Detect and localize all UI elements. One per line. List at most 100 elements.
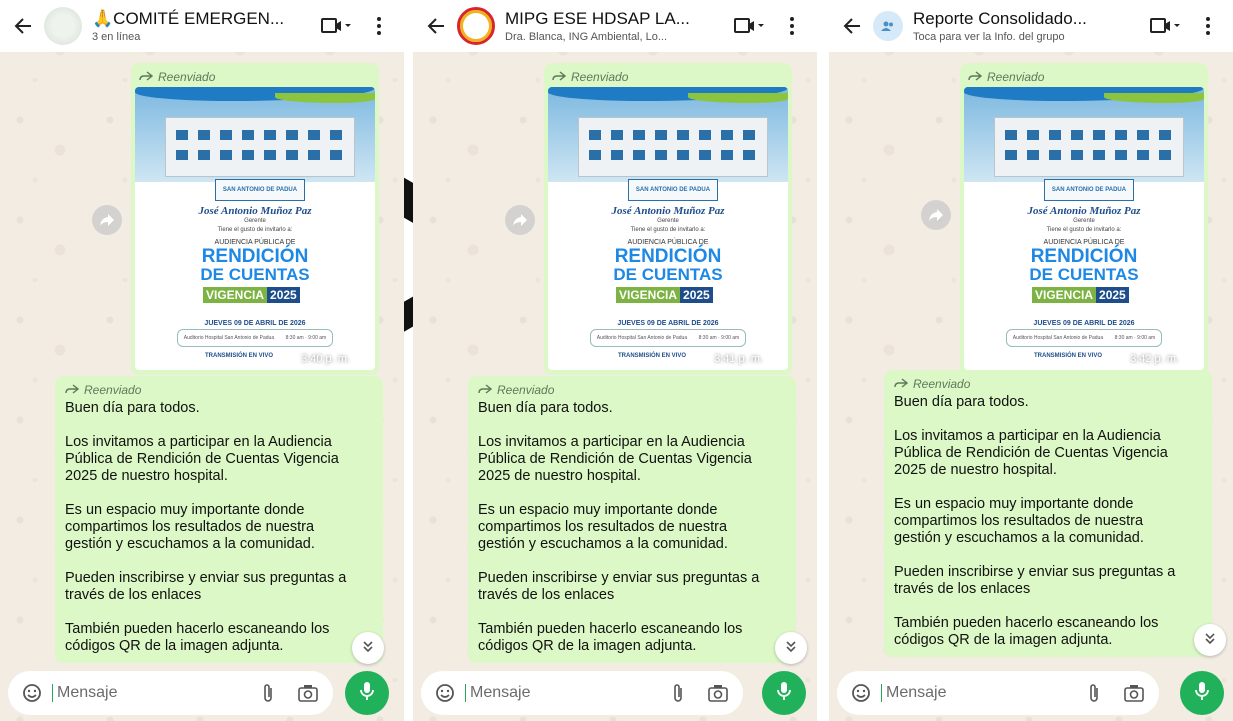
message-text-line: través de los enlaces xyxy=(894,581,1031,597)
video-call-icon[interactable] xyxy=(1145,13,1185,39)
message-input[interactable]: Mensaje xyxy=(465,684,651,702)
read-receipt-icon xyxy=(353,352,369,365)
scroll-to-bottom-button[interactable] xyxy=(352,632,384,664)
chat-subtitle: Dra. Blanca, ING Ambiental, Lo... xyxy=(505,31,668,43)
message-input-bar: Mensaje xyxy=(421,671,743,715)
message-text-line: Buen día para todos. xyxy=(478,400,613,416)
emoji-sticker-icon[interactable] xyxy=(20,681,44,705)
double-chevron-down-icon xyxy=(784,639,798,658)
message-input-bar: Mensaje xyxy=(837,671,1159,715)
attach-paperclip-icon[interactable] xyxy=(1081,680,1107,706)
back-arrow-icon[interactable] xyxy=(423,13,449,39)
double-chevron-down-icon xyxy=(1203,631,1217,650)
voice-record-button[interactable] xyxy=(345,671,389,715)
forwarded-label: Reenviado xyxy=(478,380,786,400)
voice-record-button[interactable] xyxy=(762,671,806,715)
forwarded-label: Reenviado xyxy=(894,374,1202,394)
forward-icon xyxy=(894,377,909,391)
chat-header[interactable]: 🙏COMITÉ EMERGEN... 3 en línea xyxy=(0,0,404,52)
poster-times: 8:30 am · 9:00 am xyxy=(285,335,327,341)
poster-invite-text: Tiene el gusto de invitarlo a: xyxy=(1046,227,1122,233)
text-message-bubble[interactable]: Reenviado Buen día para todos. Los invita… xyxy=(55,376,383,663)
poster-host-name: José Antonio Muñoz Paz xyxy=(611,205,725,217)
camera-icon[interactable] xyxy=(295,680,321,706)
poster-stream-label: TRANSMISIÓN EN VIVO xyxy=(205,353,274,359)
poster-year-label: 2025 xyxy=(267,287,300,303)
chat-header[interactable]: MIPG ESE HDSAP LA... Dra. Blanca, ING Am… xyxy=(413,0,817,52)
poster-audience-text: AUDIENCIA PÚBLICA DE xyxy=(627,239,709,246)
message-text-line: 2025 de nuestro hospital. xyxy=(478,468,641,484)
image-message-bubble[interactable]: Reenviado SAN ANTONIO DE PADUA José Anto… xyxy=(131,63,379,375)
group-avatar[interactable] xyxy=(44,7,82,45)
video-call-icon[interactable] xyxy=(729,13,769,39)
invitation-poster-image[interactable]: SAN ANTONIO DE PADUA José Antonio Muñoz … xyxy=(135,87,375,370)
forward-icon xyxy=(139,70,154,84)
poster-de-cuentas-text: DE CUENTAS xyxy=(613,265,723,284)
message-text-line: Pueden inscribirse y enviar sus pregunta… xyxy=(894,564,1176,580)
camera-icon[interactable] xyxy=(1121,680,1147,706)
message-text-line: Buen día para todos. xyxy=(894,394,1029,410)
poster-vigencia-label: VIGENCIA xyxy=(616,287,681,303)
group-avatar[interactable] xyxy=(457,7,495,45)
image-message-bubble[interactable]: Reenviado SAN ANTONIO DE PADUA José Anto… xyxy=(544,63,792,375)
message-text-line: gestión y escuchamos a la comunidad. xyxy=(894,530,1144,546)
scroll-to-bottom-button[interactable] xyxy=(775,632,807,664)
message-text-line: Los invitamos a participar en la Audienc… xyxy=(478,434,745,450)
message-input[interactable]: Mensaje xyxy=(52,684,241,702)
poster-year-label: 2025 xyxy=(680,287,713,303)
message-text-line: Es un espacio muy importante donde xyxy=(894,496,1134,512)
poster-details-box: Auditorio Hospital San Antonio de Padua … xyxy=(590,329,746,347)
text-message-bubble[interactable]: Reenviado Buen día para todos. Los invita… xyxy=(884,370,1212,657)
message-text-line: También pueden hacerlo escaneando los xyxy=(478,621,743,637)
forwarded-label: Reenviado xyxy=(964,67,1204,87)
message-text-line: Es un espacio muy importante donde xyxy=(65,502,305,518)
image-timestamp: 3:40 p. m. xyxy=(301,352,369,365)
message-input-bar: Mensaje xyxy=(8,671,333,715)
poster-host-role: Gerente xyxy=(1073,218,1095,224)
attach-paperclip-icon[interactable] xyxy=(255,680,281,706)
forward-share-button[interactable] xyxy=(92,205,122,235)
message-text-line: Pública de Rendición de Cuentas Vigencia xyxy=(478,451,752,467)
poster-vigencia-badge: VIGENCIA 2025 xyxy=(1032,287,1129,303)
back-arrow-icon[interactable] xyxy=(10,13,36,39)
camera-icon[interactable] xyxy=(705,680,731,706)
message-input[interactable]: Mensaje xyxy=(881,684,1067,702)
forwarded-label: Reenviado xyxy=(65,380,373,400)
voice-record-button[interactable] xyxy=(1180,671,1224,715)
chat-info[interactable]: Reporte Consolidado... Toca para ver la … xyxy=(913,9,1137,43)
scroll-to-bottom-button[interactable] xyxy=(1194,624,1226,656)
hospital-building-graphic xyxy=(994,117,1184,177)
more-options-icon[interactable] xyxy=(1193,13,1223,39)
forward-share-button[interactable] xyxy=(505,205,535,235)
more-options-icon[interactable] xyxy=(364,13,394,39)
image-message-bubble[interactable]: Reenviado SAN ANTONIO DE PADUA José Anto… xyxy=(960,63,1208,375)
invitation-poster-image[interactable]: SAN ANTONIO DE PADUA José Antonio Muñoz … xyxy=(964,87,1204,370)
invitation-poster-image[interactable]: SAN ANTONIO DE PADUA José Antonio Muñoz … xyxy=(548,87,788,370)
poster-details-box: Auditorio Hospital San Antonio de Padua … xyxy=(1006,329,1162,347)
microphone-icon xyxy=(1195,681,1209,706)
chat-info[interactable]: 🙏COMITÉ EMERGEN... 3 en línea xyxy=(92,9,308,43)
chat-panel: Reporte Consolidado... Toca para ver la … xyxy=(829,0,1233,721)
message-text-line: Pueden inscribirse y enviar sus pregunta… xyxy=(65,570,347,586)
read-receipt-icon xyxy=(766,352,782,365)
forward-icon xyxy=(65,383,80,397)
forwarded-text: Reenviado xyxy=(84,383,142,397)
text-message-bubble[interactable]: Reenviado Buen día para todos. Los invita… xyxy=(468,376,796,663)
back-arrow-icon[interactable] xyxy=(839,13,865,39)
forwarded-text: Reenviado xyxy=(913,377,971,391)
hospital-logo: SAN ANTONIO DE PADUA xyxy=(215,179,305,201)
emoji-sticker-icon[interactable] xyxy=(849,681,873,705)
forward-share-button[interactable] xyxy=(921,200,951,230)
video-call-icon[interactable] xyxy=(316,13,356,39)
chat-info[interactable]: MIPG ESE HDSAP LA... Dra. Blanca, ING Am… xyxy=(505,9,721,43)
hospital-logo: SAN ANTONIO DE PADUA xyxy=(1044,179,1134,201)
chat-subtitle: 3 en línea xyxy=(92,31,141,43)
chat-header[interactable]: Reporte Consolidado... Toca para ver la … xyxy=(829,0,1233,52)
attach-paperclip-icon[interactable] xyxy=(665,680,691,706)
poster-de-cuentas-text: DE CUENTAS xyxy=(200,265,310,284)
poster-host-name: José Antonio Muñoz Paz xyxy=(1027,205,1141,217)
emoji-sticker-icon[interactable] xyxy=(433,681,457,705)
group-avatar[interactable] xyxy=(873,11,903,41)
poster-stream-label: TRANSMISIÓN EN VIVO xyxy=(1034,353,1103,359)
more-options-icon[interactable] xyxy=(777,13,807,39)
